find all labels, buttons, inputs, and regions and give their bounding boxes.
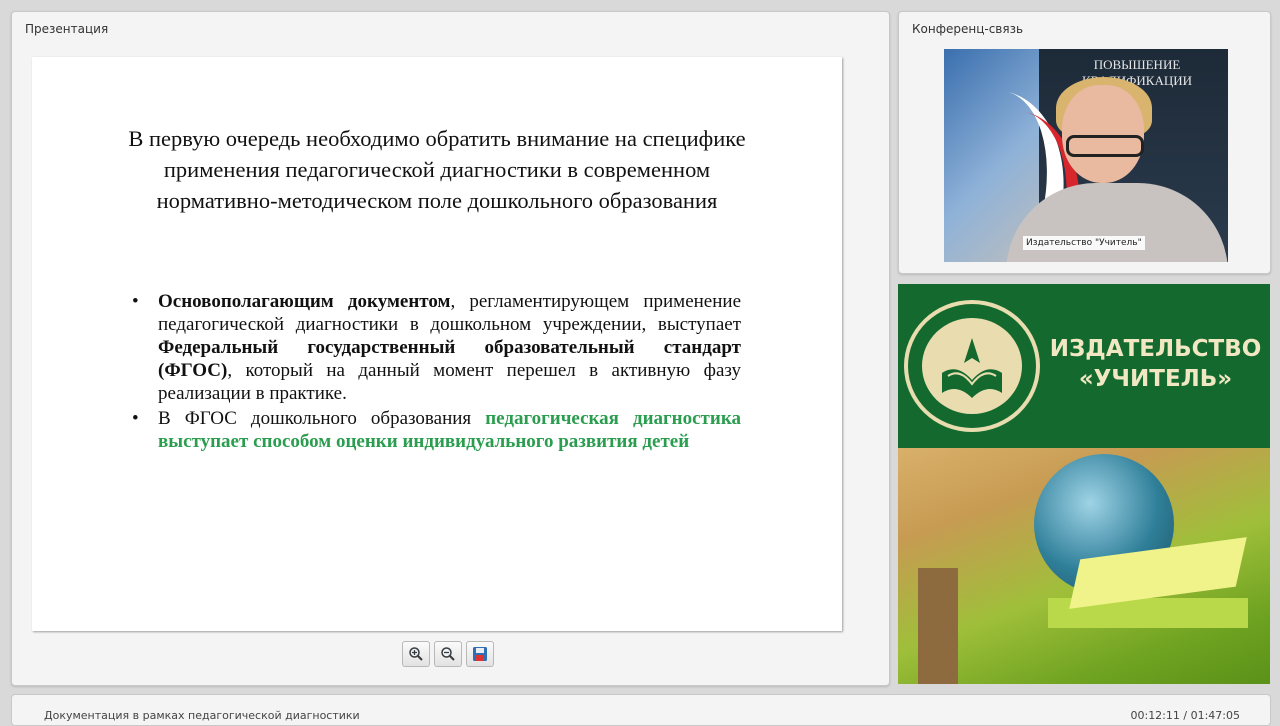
zoom-in-icon [409,647,423,661]
zoom-out-button[interactable] [434,641,462,667]
document-title: Документация в рамках педагогической диа… [44,709,360,722]
publisher-logo-icon [904,300,1040,432]
books-globe-image [898,448,1270,684]
bullet-1-text-b: , который на данный момент перешел в акт… [158,360,741,404]
bullet-2-text: В ФГОС дошкольного образования [158,408,486,429]
presentation-panel: Презентация В первую очередь необходимо … [11,11,890,686]
slide-title: В первую очередь необходимо обратить вни… [128,126,746,213]
slide-toolbar [402,641,494,667]
save-button[interactable] [466,641,494,667]
brand-name: ИЗДАТЕЛЬСТВО «УЧИТЕЛЬ» [1048,334,1263,394]
floppy-disk-icon [473,647,487,661]
zoom-in-button[interactable] [402,641,430,667]
brand-name-line-1: ИЗДАТЕЛЬСТВО [1049,336,1262,362]
logo-inner [922,318,1022,414]
speaker-face [1062,85,1144,183]
publisher-brand-panel: ИЗДАТЕЛЬСТВО «УЧИТЕЛЬ» [898,284,1270,684]
brand-header: ИЗДАТЕЛЬСТВО «УЧИТЕЛЬ» [898,284,1270,448]
bullet-dot-icon: • [132,408,139,429]
brand-name-line-2: «УЧИТЕЛЬ» [1078,366,1233,392]
slide-bullet-1: • Основополагающим документом, регламент… [132,290,741,405]
slide-bullets: • Основополагающим документом, регламент… [132,290,741,455]
zoom-out-icon [441,647,455,661]
video-caption: Издательство "Учитель" [1023,236,1145,250]
playback-timecode: 00:12:11 / 01:47:05 [1130,709,1240,722]
conference-panel: Конференц-связь ПОВЫШЕНИЕ КВАЛИФИКАЦИИ И… [898,11,1271,274]
bottom-status-bar: Документация в рамках педагогической диа… [11,694,1271,726]
bullet-dot-icon: • [132,291,139,312]
conference-panel-title: Конференц-связь [912,22,1024,36]
speaker-glasses [1066,135,1144,157]
bullet-1-bold-text: Основополагающим документом [158,291,451,312]
book-stack-image [918,568,958,684]
open-book-icon [942,338,1002,398]
slide-bullet-2: • В ФГОС дошкольного образования педагог… [132,407,741,453]
webcam-video[interactable]: ПОВЫШЕНИЕ КВАЛИФИКАЦИИ Издательство "Учи… [944,49,1228,262]
presentation-slide: В первую очередь необходимо обратить вни… [32,57,842,631]
presentation-panel-title: Презентация [25,22,109,36]
